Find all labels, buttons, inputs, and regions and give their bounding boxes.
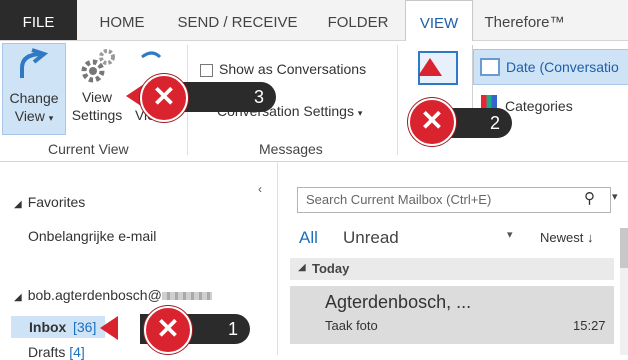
callout-1: 1 ✕ (100, 304, 250, 354)
tab-therefore[interactable]: Therefore™ (477, 0, 572, 40)
message-subject: Taak foto (325, 318, 378, 333)
sort-label: Newest (540, 230, 584, 245)
filter-unread[interactable]: Unread (343, 228, 399, 248)
chevron-down-icon: ▾ (48, 113, 54, 123)
sort-arrow-icon: ↓ (586, 230, 594, 245)
favorites-label: Favorites (27, 194, 86, 210)
inbox-unread-count: [36] (73, 319, 97, 335)
search-placeholder: Search Current Mailbox (Ctrl+E) (306, 192, 492, 207)
change-view-icon (20, 48, 49, 78)
current-view-group-label: Current View (48, 141, 129, 157)
expand-triangle-icon: ◢ (14, 292, 22, 303)
message-item[interactable]: Agterdenbosch, ... Taak foto 15:27 (290, 286, 614, 344)
tab-send-receive[interactable]: SEND / RECEIVE (170, 0, 305, 40)
callout-2: 2 ✕ (398, 58, 518, 150)
collapse-triangle-icon: ◢ (298, 262, 306, 273)
tab-view[interactable]: VIEW (405, 0, 473, 42)
folder-drafts[interactable]: Drafts [4] (28, 344, 85, 360)
search-input[interactable]: Search Current Mailbox (Ctrl+E) ⚲ (297, 187, 611, 213)
callout-pointer (418, 58, 442, 76)
ribbon-tab-bar: FILE HOME SEND / RECEIVE FOLDER VIEW The… (0, 0, 628, 42)
inbox-label: Inbox (29, 319, 67, 335)
folder-inbox[interactable]: Inbox [36] (11, 316, 105, 338)
arrangement-date-label: Date (Conversatio (506, 59, 619, 75)
ribbon-view: Change View ▾ View Settings View Current… (0, 41, 628, 162)
filter-bar: All Unread ▾ Newest ↓ (299, 226, 617, 250)
search-scope-dropdown[interactable]: ▾ (612, 190, 618, 203)
account-label: bob.agterdenbosch@ (27, 287, 162, 303)
callout-2-number: 2 (489, 113, 500, 133)
view-settings-label-2: Settings (71, 107, 123, 123)
filter-dropdown-icon[interactable]: ▾ (507, 228, 513, 241)
tab-home[interactable]: HOME (80, 0, 164, 40)
view-settings-label-1: View (81, 89, 113, 105)
account-header[interactable]: ◢ bob.agterdenbosch@ (14, 287, 212, 303)
sort-newest[interactable]: Newest ↓ (540, 230, 593, 245)
view-settings-button[interactable]: View Settings (66, 43, 128, 133)
drafts-count: [4] (69, 344, 85, 360)
tab-folder[interactable]: FOLDER (311, 0, 405, 40)
group-header-today[interactable]: ◢ Today (290, 258, 614, 280)
change-view-button[interactable]: Change View ▾ (2, 43, 66, 135)
group-today-label: Today (312, 261, 350, 276)
folder-onbelangrijke[interactable]: Onbelangrijke e-mail (28, 228, 156, 244)
close-icon: ✕ (144, 306, 192, 354)
filter-all[interactable]: All (299, 228, 318, 248)
gear-icon (81, 49, 115, 83)
expand-triangle-icon: ◢ (14, 199, 22, 210)
callout-1-number: 1 (227, 319, 238, 339)
callout-3: 3 ✕ (126, 72, 276, 122)
tab-file[interactable]: FILE (0, 0, 77, 40)
drafts-label: Drafts (28, 344, 66, 360)
search-icon[interactable]: ⚲ (584, 189, 595, 207)
redacted-text (161, 292, 212, 301)
close-icon: ✕ (140, 74, 188, 122)
message-time: 15:27 (573, 318, 606, 333)
change-view-label-2: View (14, 108, 45, 124)
callout-3-number: 3 (253, 87, 264, 107)
favorites-header[interactable]: ◢ Favorites (14, 194, 85, 210)
message-sender: Agterdenbosch, ... (325, 292, 472, 312)
chevron-down-icon: ▾ (357, 108, 363, 118)
messages-group-label: Messages (259, 141, 323, 157)
change-view-label-1: Change (9, 90, 59, 106)
collapse-pane-icon[interactable]: ‹ (258, 182, 262, 196)
callout-pointer (100, 316, 118, 340)
close-icon: ✕ (408, 98, 456, 146)
scrollbar-thumb[interactable] (620, 228, 628, 268)
